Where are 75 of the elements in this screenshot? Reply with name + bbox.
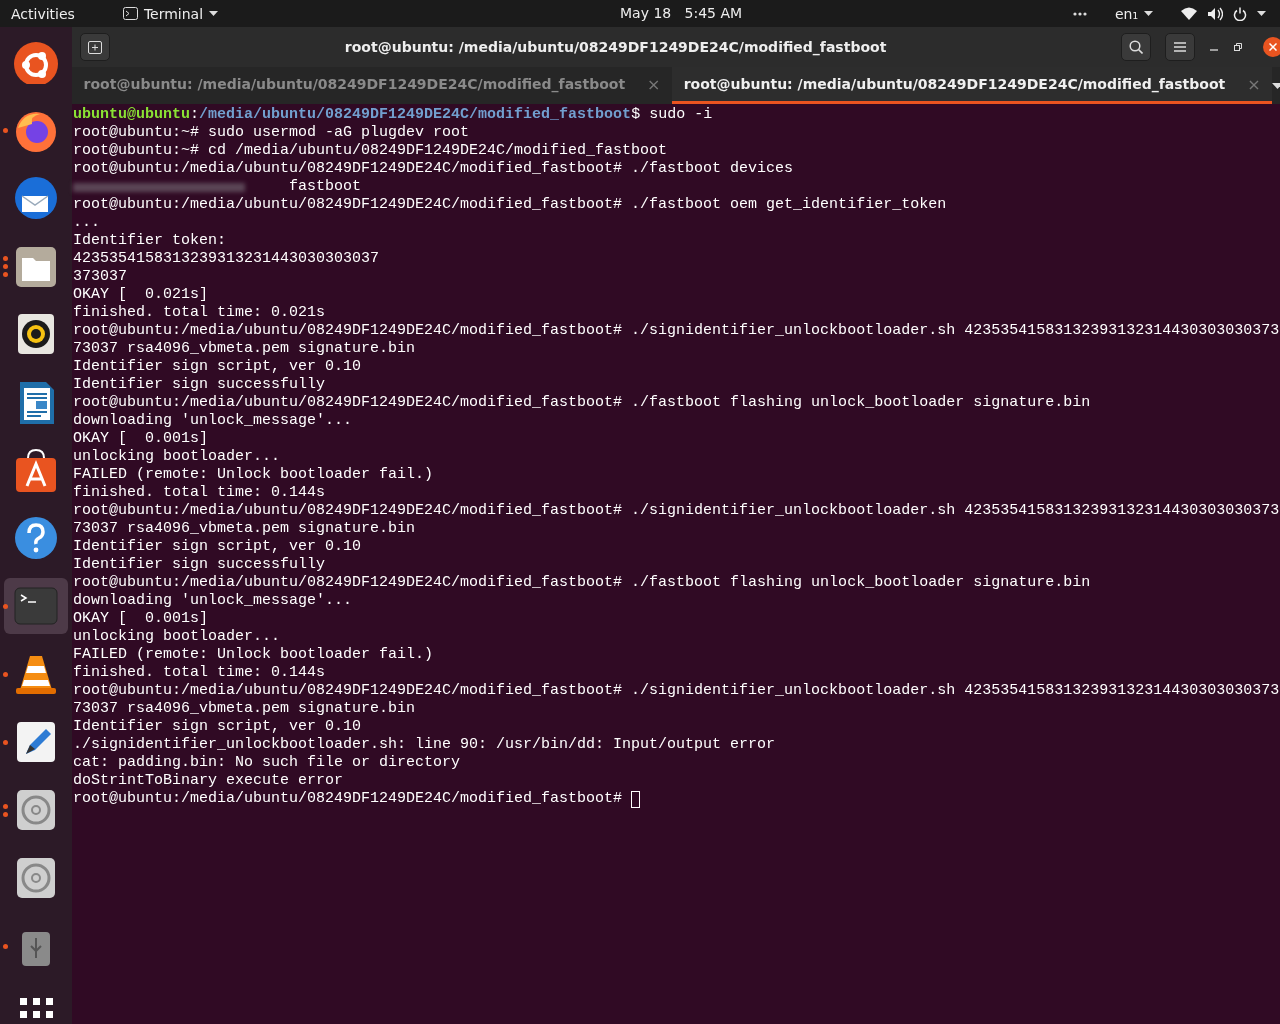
mail-icon (14, 176, 58, 220)
output-line: downloading 'unlock_message'... (73, 412, 353, 430)
output-line: finished. total time: 0.144s (73, 664, 326, 682)
tab-label[interactable]: root@ubuntu: /media/ubuntu/08249DF1249DE24C/modified_fastboot (83, 76, 626, 92)
output-line: root@ubuntu:/media/ubuntu/08249DF1249DE24C/modified_fastboot# ./signidentifier_unlockbootloader.sh 42353541583132393132314430303030373 (73, 322, 1280, 340)
output-line: root@ubuntu:~# cd /media/ubuntu/08249DF1249DE24C/modified_fastboot (73, 142, 668, 160)
system-menu[interactable] (1181, 6, 1266, 21)
output-line: ./signidentifier_unlockbootloader.sh: line 90: /usr/bin/dd: Input/output error (73, 736, 776, 754)
output-line: OKAY [ 0.021s] (73, 286, 209, 304)
output-line: 4235354158313239313231443030303037 (73, 250, 380, 268)
menu-button[interactable] (1165, 33, 1196, 61)
output-line: root@ubuntu:/media/ubuntu/08249DF1249DE24C/modified_fastboot# ./signidentifier_unlockbootloader.sh 42353541583132393132314430303030373 (73, 502, 1280, 520)
menu-icon (1174, 42, 1187, 52)
output-line: finished. total time: 0.021s (73, 304, 326, 322)
prompt-line: root@ubuntu:/media/ubuntu/08249DF1249DE24C/modified_fastboot# (73, 790, 624, 808)
new-tab-icon (88, 40, 102, 54)
output-line: ... (73, 214, 100, 232)
output-line: 73037 rsa4096_vbmeta.pem signature.bin (73, 700, 416, 718)
output-line: OKAY [ 0.001s] (73, 610, 209, 628)
output-line: 73037 rsa4096_vbmeta.pem signature.bin (73, 520, 416, 538)
output-line: fastboot (289, 178, 361, 196)
output-line: downloading 'unlock_message'... (73, 592, 353, 610)
prompt-line: ubuntu@ubuntu:/media/ubuntu/08249DF1249DE24C/modified_fastboot$ sudo -i (73, 106, 713, 124)
more-icon[interactable] (1072, 11, 1087, 16)
output-line: root@ubuntu:/media/ubuntu/08249DF1249DE24C/modified_fastboot# ./fastboot oem get_identifier_token (73, 196, 947, 214)
terminal-tab[interactable]: root@ubuntu: /media/ubuntu/08249DF1249DE24C/modified_fastboot × (72, 67, 673, 104)
maximize-icon[interactable] (1233, 42, 1244, 52)
output-line: Identifier sign successfully (73, 376, 326, 394)
output-line: Identifier token: (73, 232, 227, 250)
output-line: FAILED (remote: Unlock bootloader fail.) (73, 466, 434, 484)
output-line: 73037 rsa4096_vbmeta.pem signature.bin (73, 340, 416, 358)
output-line: unlocking bootloader... (73, 448, 281, 466)
search-icon (1129, 40, 1144, 54)
shopping-bag-icon (14, 448, 58, 492)
terminal-icon (14, 584, 58, 628)
clock[interactable]: May 18 5:45 AM (614, 3, 749, 23)
tab-label[interactable]: root@ubuntu: /media/ubuntu/08249DF1249DE24C/modified_fastboot (683, 76, 1226, 92)
caret-icon[interactable] (1272, 82, 1280, 89)
output-line: unlocking bootloader... (73, 628, 281, 646)
output-line: doStrintToBinary execute error (73, 772, 344, 790)
output-line: OKAY [ 0.001s] (73, 430, 209, 448)
output-line: root@ubuntu:/media/ubuntu/08249DF1249DE24C/modified_fastboot# ./fastboot flashing unlock_bootloader signature.bin (73, 394, 1091, 412)
output-line: Identifier sign successfully (73, 556, 326, 574)
caret-icon (1257, 11, 1266, 16)
output-line: finished. total time: 0.144s (73, 484, 326, 502)
new-tab-button[interactable] (80, 33, 110, 61)
activities-button[interactable]: Activities (5, 3, 81, 24)
output-line: cat: padding.bin: No such file or directory (73, 754, 461, 772)
ubuntu-logo-icon (14, 40, 58, 84)
output-line: root@ubuntu:/media/ubuntu/08249DF1249DE24C/modified_fastboot# ./fastboot flashing unlock_bootloader signature.bin (73, 574, 1091, 592)
close-button[interactable] (1263, 37, 1280, 57)
output-line: root@ubuntu:~# sudo usermod -aG plugdev root (73, 124, 470, 142)
output-line: Identifier sign script, ver 0.10 (73, 358, 362, 376)
output-line: root@ubuntu:/media/ubuntu/08249DF1249DE24C/modified_fastboot# ./signidentifier_unlockbootloader.sh 42353541583132393132314430303030373 (73, 682, 1280, 700)
power-icon (1233, 6, 1247, 21)
volume-icon (1207, 6, 1223, 21)
output-line: 373037 (73, 268, 127, 286)
app-menu[interactable]: Terminal (116, 3, 225, 24)
search-button[interactable] (1121, 33, 1152, 61)
output-line: Identifier sign script, ver 0.10 (73, 718, 362, 736)
question-mark-icon (14, 516, 58, 560)
text-cursor (631, 790, 641, 808)
output-line: Identifier sign script, ver 0.10 (73, 538, 362, 556)
terminal-icon (122, 7, 138, 20)
wifi-icon (1181, 7, 1197, 20)
text-editor-icon (14, 720, 58, 764)
close-icon (1269, 43, 1278, 51)
output-line: root@ubuntu:/media/ubuntu/08249DF1249DE24C/modified_fastboot# ./fastboot devices (73, 160, 794, 178)
folder-icon (14, 244, 58, 288)
caret-icon (1144, 11, 1153, 16)
window-title: root@ubuntu: /media/ubuntu/08249DF1249DE24C/modified_fastboot (344, 39, 887, 55)
input-source-menu[interactable]: en₁ (1108, 3, 1159, 24)
caret-icon (209, 11, 219, 16)
output-line: FAILED (remote: Unlock bootloader fail.) (73, 646, 434, 664)
terminal-tab[interactable]: root@ubuntu: /media/ubuntu/08249DF1249DE24C/modified_fastboot × (672, 67, 1273, 104)
